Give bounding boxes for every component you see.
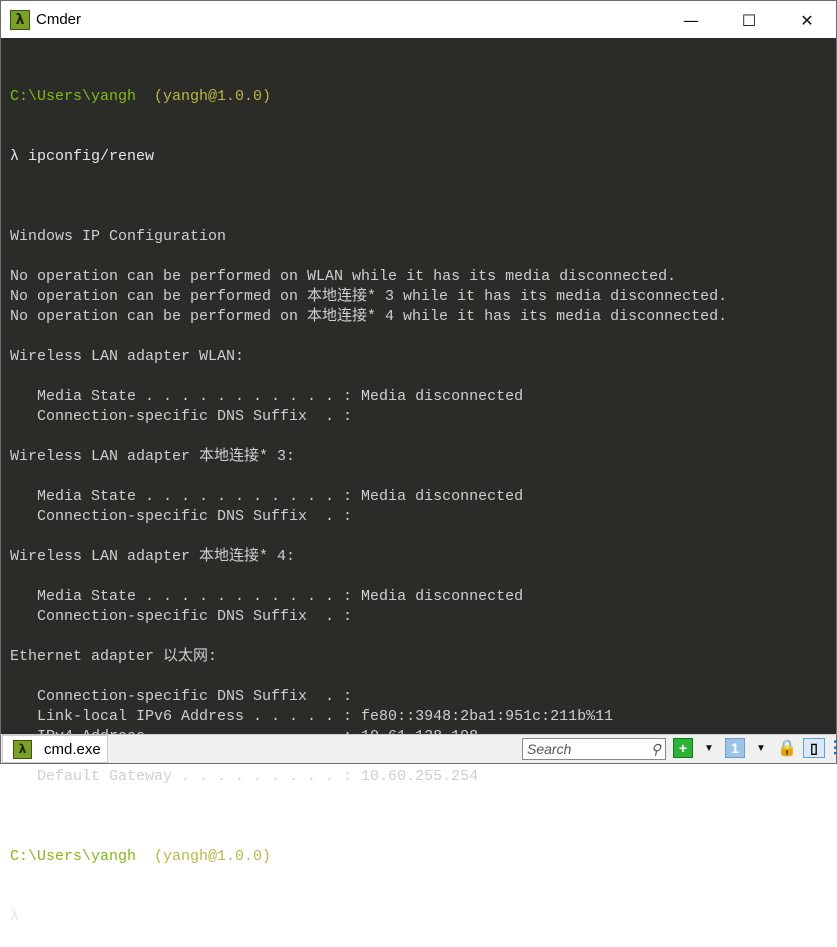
search-icon[interactable]: ⚲ xyxy=(651,741,661,758)
output-line: Connection-specific DNS Suffix . : xyxy=(10,608,353,625)
minimize-button[interactable]: — xyxy=(662,1,720,39)
console-number-button[interactable]: 1 xyxy=(725,738,745,758)
new-console-button[interactable]: + xyxy=(673,738,693,758)
output-line: Windows IP Configuration xyxy=(10,228,227,245)
output-line: Wireless LAN adapter 本地连接* 3: xyxy=(10,448,296,465)
tab-label: cmd.exe xyxy=(44,740,101,758)
prompt-path: C:\Users\yangh xyxy=(10,848,137,865)
tab-cmd[interactable]: λ cmd.exe xyxy=(2,735,108,763)
close-button[interactable]: ✕ xyxy=(778,1,836,39)
search-placeholder: Search xyxy=(527,741,572,757)
cmder-logo-icon: λ xyxy=(10,9,30,30)
output-line: No operation can be performed on WLAN wh… xyxy=(10,268,677,285)
search-input[interactable]: Search ⚲ xyxy=(522,738,666,760)
window-title: Cmder xyxy=(36,11,82,28)
menu-icon[interactable]: ☰ xyxy=(831,738,837,758)
status-bar: λ cmd.exe Search ⚲ + ▼ 1 ▼ 🔒 ▯ ☰ xyxy=(0,734,837,764)
output-line: Media State . . . . . . . . . . . : Medi… xyxy=(10,388,524,405)
prompt-path: C:\Users\yangh xyxy=(10,88,137,105)
output-line: Default Gateway . . . . . . . . . : 10.6… xyxy=(10,768,479,785)
prompt-version: (yangh@1.0.0) xyxy=(136,848,272,865)
output-line: Wireless LAN adapter 本地连接* 4: xyxy=(10,548,296,565)
output-line: Link-local IPv6 Address . . . . . : fe80… xyxy=(10,708,614,725)
output-line: No operation can be performed on 本地连接* 4… xyxy=(10,308,728,325)
output-line: Media State . . . . . . . . . . . : Medi… xyxy=(10,488,524,505)
prompt-line: C:\Users\yangh (yangh@1.0.0) xyxy=(10,847,836,867)
output-line: Connection-specific DNS Suffix . : xyxy=(10,508,353,525)
output-line: Connection-specific DNS Suffix . : xyxy=(10,688,353,705)
output-line: Wireless LAN adapter WLAN: xyxy=(10,348,245,365)
prompt-line: C:\Users\yangh (yangh@1.0.0) xyxy=(10,87,836,107)
maximize-button[interactable]: ☐ xyxy=(720,1,778,39)
lock-icon[interactable]: 🔒 xyxy=(777,738,797,758)
terminal-output[interactable]: C:\Users\yangh (yangh@1.0.0) λ ipconfig/… xyxy=(0,38,837,925)
output-line: Connection-specific DNS Suffix . : xyxy=(10,408,353,425)
cmder-tab-icon: λ xyxy=(13,739,32,759)
command-input-line[interactable]: λ xyxy=(10,907,836,927)
title-bar: λ Cmder — ☐ ✕ xyxy=(0,0,837,38)
command-line: λ ipconfig/renew xyxy=(10,148,155,165)
chevron-down-icon[interactable]: ▼ xyxy=(699,738,719,758)
split-view-button[interactable]: ▯ xyxy=(803,738,825,758)
prompt-version: (yangh@1.0.0) xyxy=(136,88,272,105)
output-line: No operation can be performed on 本地连接* 3… xyxy=(10,288,728,305)
output-line: Ethernet adapter 以太网: xyxy=(10,648,218,665)
chevron-down-icon[interactable]: ▼ xyxy=(751,738,771,758)
output-line: Media State . . . . . . . . . . . : Medi… xyxy=(10,588,524,605)
